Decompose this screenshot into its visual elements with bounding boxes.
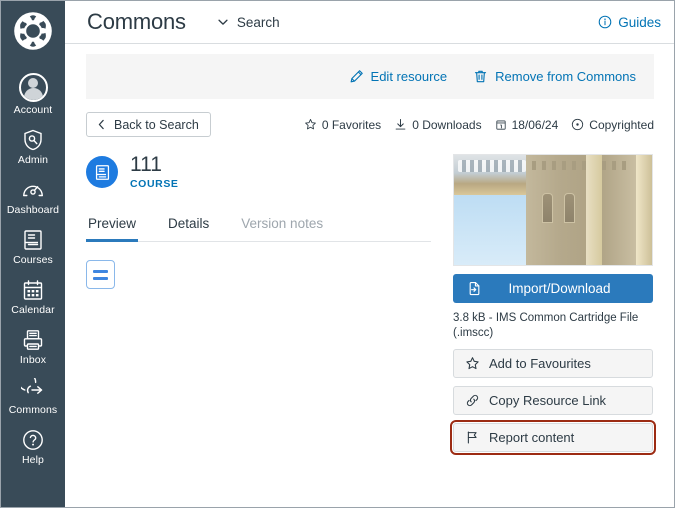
copy-resource-link-button[interactable]: Copy Resource Link (453, 386, 653, 415)
app-window: Account Admin Dashboard Courses Calendar… (0, 0, 675, 508)
remove-from-commons-label: Remove from Commons (495, 69, 636, 84)
chevron-left-icon (95, 118, 108, 131)
guides-label: Guides (618, 14, 661, 30)
back-to-search-button[interactable]: Back to Search (86, 112, 211, 137)
copyright-icon (571, 118, 584, 131)
course-book-icon (86, 156, 118, 188)
chevron-down-icon (216, 15, 230, 29)
global-navigation: Account Admin Dashboard Courses Calendar… (1, 1, 65, 507)
copy-resource-link-label: Copy Resource Link (489, 393, 607, 408)
sidebar-item-inbox[interactable]: Inbox (1, 322, 65, 372)
sidebar-item-admin[interactable]: Admin (1, 122, 65, 172)
resource-side-column: Import/Download 3.8 kB - IMS Common Cart… (450, 154, 656, 455)
sidebar-item-label: Courses (13, 254, 53, 266)
meta-license: Copyrighted (571, 118, 654, 132)
sidebar-item-label: Admin (17, 154, 49, 166)
preview-panel (86, 260, 431, 289)
resource-title: 111 (130, 153, 162, 176)
sidebar-item-label: Inbox (19, 354, 47, 366)
report-content-button[interactable]: Report content (450, 420, 656, 455)
file-info-text: 3.8 kB - IMS Common Cartridge File (.ims… (453, 312, 639, 339)
user-avatar-icon (18, 73, 48, 102)
sidebar-item-label: Dashboard (6, 204, 60, 216)
tab-preview[interactable]: Preview (86, 210, 139, 242)
module-bar (93, 276, 108, 280)
star-outline-icon (304, 118, 317, 131)
calendar-day-icon (495, 119, 507, 131)
inbox-icon (21, 328, 45, 352)
resource-type-label: COURSE (130, 178, 179, 190)
tab-details[interactable]: Details (166, 210, 211, 242)
back-and-meta-row: Back to Search 0 Favorites 0 Downloads 1… (86, 112, 654, 137)
trash-icon (473, 69, 488, 84)
resource-action-strip: Edit resource Remove from Commons (86, 54, 654, 99)
page-title: Commons (87, 9, 186, 34)
pencil-icon (349, 69, 364, 84)
resource-main-column: 111 COURSE Preview Details Version notes (86, 154, 431, 452)
remove-from-commons-button[interactable]: Remove from Commons (473, 69, 636, 84)
calendar-icon (21, 278, 45, 302)
flag-icon (465, 430, 480, 445)
resource-body: 111 COURSE Preview Details Version notes (86, 154, 656, 455)
info-circle-icon (598, 15, 612, 29)
question-circle-icon (21, 428, 45, 452)
sidebar-item-help[interactable]: Help (1, 422, 65, 472)
download-icon (394, 118, 407, 131)
commons-share-icon (21, 378, 45, 402)
module-bar (93, 269, 108, 273)
book-icon (21, 228, 45, 252)
import-download-label: Import/Download (508, 281, 611, 296)
back-to-search-label: Back to Search (114, 117, 199, 132)
meta-downloads-label: 0 Downloads (412, 117, 482, 132)
link-icon (465, 393, 480, 408)
search-toggle-label: Search (236, 14, 280, 30)
sidebar-item-calendar[interactable]: Calendar (1, 272, 65, 322)
gauge-icon (21, 178, 45, 202)
import-download-button[interactable]: Import/Download (453, 274, 653, 303)
sidebar-item-dashboard[interactable]: Dashboard (1, 172, 65, 222)
sidebar-item-commons[interactable]: Commons (1, 372, 65, 422)
resource-tabs: Preview Details Version notes (86, 210, 431, 242)
edit-resource-label: Edit resource (370, 69, 448, 84)
main-content: Commons Search Guides Edit resource Remo… (65, 1, 674, 507)
meta-date-label: 18/06/24 (511, 117, 559, 132)
add-to-favourites-button[interactable]: Add to Favourites (453, 349, 653, 378)
meta-favorites: 0 Favorites (304, 118, 381, 132)
tab-version-notes[interactable]: Version notes (239, 210, 325, 242)
sidebar-item-label: Commons (8, 404, 58, 416)
page-header: Commons Search Guides (65, 1, 674, 44)
edit-resource-button[interactable]: Edit resource (349, 69, 448, 84)
add-to-favourites-label: Add to Favourites (489, 356, 591, 371)
import-file-icon (467, 281, 482, 296)
sidebar-item-label: Help (22, 454, 44, 466)
resource-metadata: 0 Favorites 0 Downloads 18/06/24 Copyrig… (304, 118, 654, 132)
meta-favorites-label: 0 Favorites (321, 117, 382, 132)
sidebar-item-account[interactable]: Account (1, 67, 65, 122)
guides-link[interactable]: Guides (598, 15, 661, 30)
meta-downloads: 0 Downloads (394, 117, 482, 132)
sidebar-item-label: Account (13, 104, 53, 116)
search-toggle[interactable]: Search (216, 15, 280, 30)
resource-thumbnail (453, 154, 653, 266)
resource-header: 111 COURSE (86, 154, 431, 190)
sidebar-item-label: Calendar (11, 304, 55, 316)
canvas-logo[interactable] (11, 9, 55, 53)
module-list-icon[interactable] (86, 260, 115, 289)
shield-icon (21, 128, 45, 152)
meta-license-label: Copyrighted (589, 117, 654, 132)
star-outline-icon (465, 356, 480, 371)
report-content-label: Report content (489, 430, 575, 445)
sidebar-item-courses[interactable]: Courses (1, 222, 65, 272)
meta-date: 18/06/24 (495, 117, 559, 132)
